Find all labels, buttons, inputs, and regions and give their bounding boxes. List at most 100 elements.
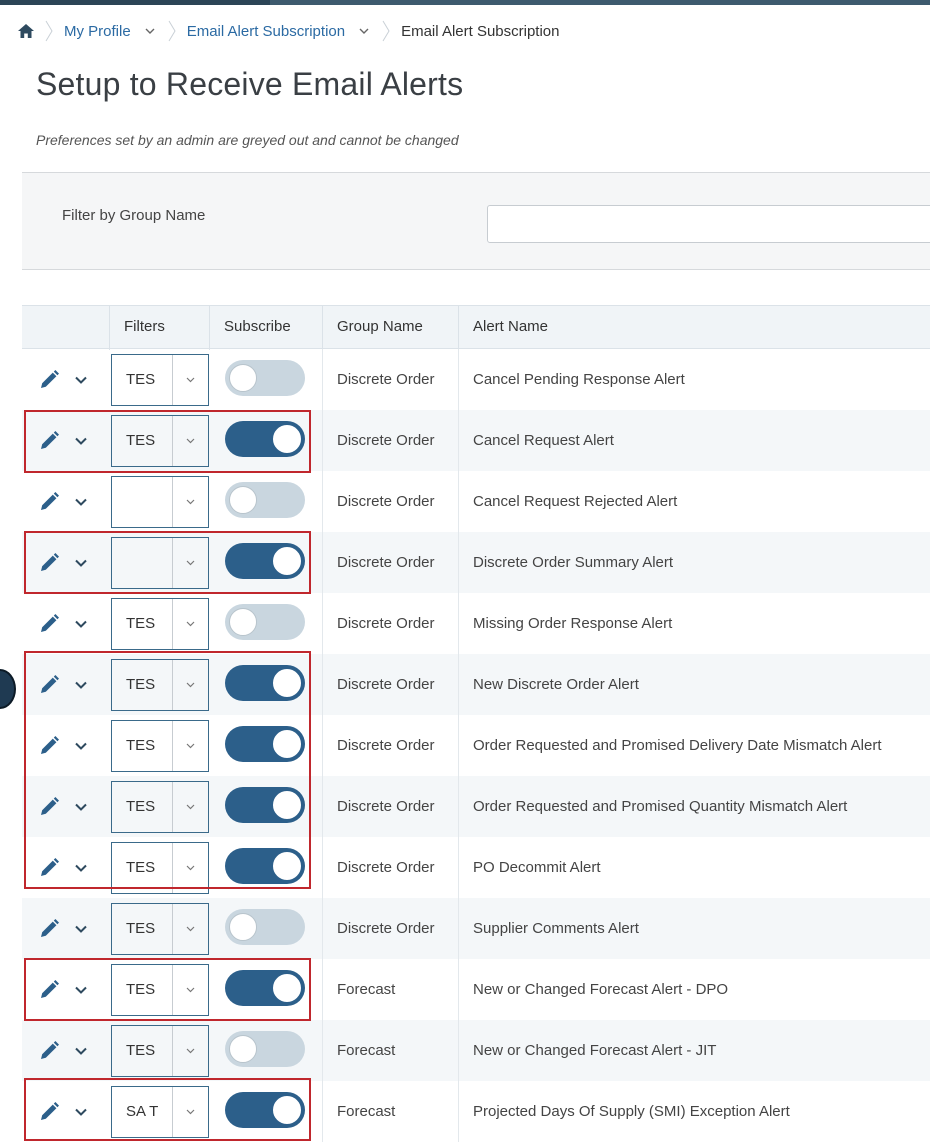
pencil-icon[interactable]	[37, 917, 61, 941]
chevron-down-icon[interactable]	[172, 355, 208, 405]
chevron-down-icon[interactable]	[143, 26, 157, 36]
table-row: TES Discrete Order Missing Order Response …	[22, 593, 930, 654]
breadcrumb-separator-icon	[165, 20, 179, 42]
subscribe-toggle[interactable]	[225, 665, 305, 701]
chevron-down-icon[interactable]	[74, 1044, 88, 1058]
group-name-cell: Discrete Order	[322, 654, 458, 715]
group-name-cell: Discrete Order	[322, 410, 458, 471]
column-header-group-name[interactable]: Group Name	[322, 306, 458, 350]
chevron-down-icon[interactable]	[74, 556, 88, 570]
chevron-down-icon[interactable]	[172, 477, 208, 527]
alert-name-cell: New or Changed Forecast Alert - JIT	[458, 1020, 930, 1081]
pencil-icon[interactable]	[37, 795, 61, 819]
chevron-down-icon[interactable]	[172, 843, 208, 893]
subscribe-toggle[interactable]	[225, 421, 305, 457]
chevron-down-icon[interactable]	[172, 660, 208, 710]
chevron-down-icon[interactable]	[172, 721, 208, 771]
chevron-down-icon[interactable]	[74, 800, 88, 814]
filter-select[interactable]: SA T	[111, 1086, 209, 1138]
table-row: TES Discrete Order New Discrete Order Aler…	[22, 654, 930, 715]
filter-select-value: TES	[126, 676, 156, 693]
pencil-icon[interactable]	[37, 1039, 61, 1063]
chevron-down-icon[interactable]	[74, 678, 88, 692]
chevron-down-icon[interactable]	[74, 1105, 88, 1119]
chevron-down-icon[interactable]	[172, 904, 208, 954]
alert-name-cell: Order Requested and Promised Quantity Mi…	[458, 776, 930, 837]
group-name-cell: Discrete Order	[322, 837, 458, 898]
table-row: TES Discrete Order PO Decommit Alert	[22, 837, 930, 898]
chevron-down-icon[interactable]	[74, 434, 88, 448]
home-icon[interactable]	[18, 23, 34, 39]
pencil-icon[interactable]	[37, 856, 61, 880]
chevron-down-icon[interactable]	[74, 922, 88, 936]
pencil-icon[interactable]	[37, 429, 61, 453]
pencil-icon[interactable]	[37, 368, 61, 392]
filter-select[interactable]: TES	[111, 720, 209, 772]
filter-group-name-input[interactable]	[487, 205, 930, 243]
pencil-icon[interactable]	[37, 673, 61, 697]
group-name-cell: Discrete Order	[322, 715, 458, 776]
filter-select-value: TES	[126, 737, 156, 754]
filter-select-value: SA T	[126, 1103, 159, 1120]
filter-select[interactable]	[111, 537, 209, 589]
subscribe-toggle[interactable]	[225, 543, 305, 579]
pencil-icon[interactable]	[37, 1100, 61, 1124]
chevron-down-icon[interactable]	[172, 416, 208, 466]
chevron-down-icon[interactable]	[74, 983, 88, 997]
subscribe-toggle[interactable]	[225, 482, 305, 518]
breadcrumb-email-alert-subscription[interactable]: Email Alert Subscription	[187, 23, 345, 40]
alert-name-cell: Order Requested and Promised Delivery Da…	[458, 715, 930, 776]
column-header-alert-name[interactable]: Alert Name	[458, 306, 930, 350]
chevron-down-icon[interactable]	[357, 26, 371, 36]
chevron-down-icon[interactable]	[172, 538, 208, 588]
filter-select-value: TES	[126, 615, 156, 632]
top-bar	[0, 0, 930, 5]
chevron-down-icon[interactable]	[172, 782, 208, 832]
side-handle[interactable]	[0, 669, 16, 709]
chevron-down-icon[interactable]	[172, 599, 208, 649]
chevron-down-icon[interactable]	[172, 965, 208, 1015]
breadcrumb-my-profile[interactable]: My Profile	[64, 23, 131, 40]
subscribe-toggle[interactable]	[225, 787, 305, 823]
filter-select[interactable]: TES	[111, 781, 209, 833]
chevron-down-icon[interactable]	[74, 373, 88, 387]
chevron-down-icon[interactable]	[74, 739, 88, 753]
filter-select[interactable]: TES	[111, 903, 209, 955]
toggle-knob	[273, 425, 301, 453]
pencil-icon[interactable]	[37, 551, 61, 575]
chevron-down-icon[interactable]	[172, 1026, 208, 1076]
subscribe-toggle[interactable]	[225, 604, 305, 640]
filter-select[interactable]: TES	[111, 354, 209, 406]
chevron-down-icon[interactable]	[74, 861, 88, 875]
chevron-down-icon[interactable]	[74, 495, 88, 509]
filter-select[interactable]: TES	[111, 415, 209, 467]
subscribe-toggle[interactable]	[225, 1031, 305, 1067]
subscribe-toggle[interactable]	[225, 848, 305, 884]
filter-select[interactable]: TES	[111, 842, 209, 894]
subscribe-toggle[interactable]	[225, 726, 305, 762]
pencil-icon[interactable]	[37, 612, 61, 636]
filter-select[interactable]: TES	[111, 964, 209, 1016]
subscribe-toggle[interactable]	[225, 909, 305, 945]
group-name-cell: Discrete Order	[322, 349, 458, 410]
subscribe-toggle[interactable]	[225, 970, 305, 1006]
filter-panel: Filter by Group Name	[22, 172, 930, 270]
column-header-subscribe[interactable]: Subscribe	[209, 306, 322, 350]
pencil-icon[interactable]	[37, 490, 61, 514]
chevron-down-icon[interactable]	[172, 1087, 208, 1137]
filter-select[interactable]: TES	[111, 598, 209, 650]
subscribe-toggle[interactable]	[225, 360, 305, 396]
pencil-icon[interactable]	[37, 734, 61, 758]
pencil-icon[interactable]	[37, 978, 61, 1002]
breadcrumb-current: Email Alert Subscription	[401, 22, 560, 40]
filter-select[interactable]	[111, 476, 209, 528]
filter-select-value: TES	[126, 981, 156, 998]
filter-select[interactable]: TES	[111, 1025, 209, 1077]
subscribe-toggle[interactable]	[225, 1092, 305, 1128]
table-row: TES Discrete Order Cancel Request Alert	[22, 410, 930, 471]
chevron-down-icon[interactable]	[74, 617, 88, 631]
filter-select[interactable]: TES	[111, 659, 209, 711]
column-header-filters[interactable]: Filters	[109, 306, 209, 350]
toggle-knob	[273, 730, 301, 758]
toggle-knob	[273, 852, 301, 880]
